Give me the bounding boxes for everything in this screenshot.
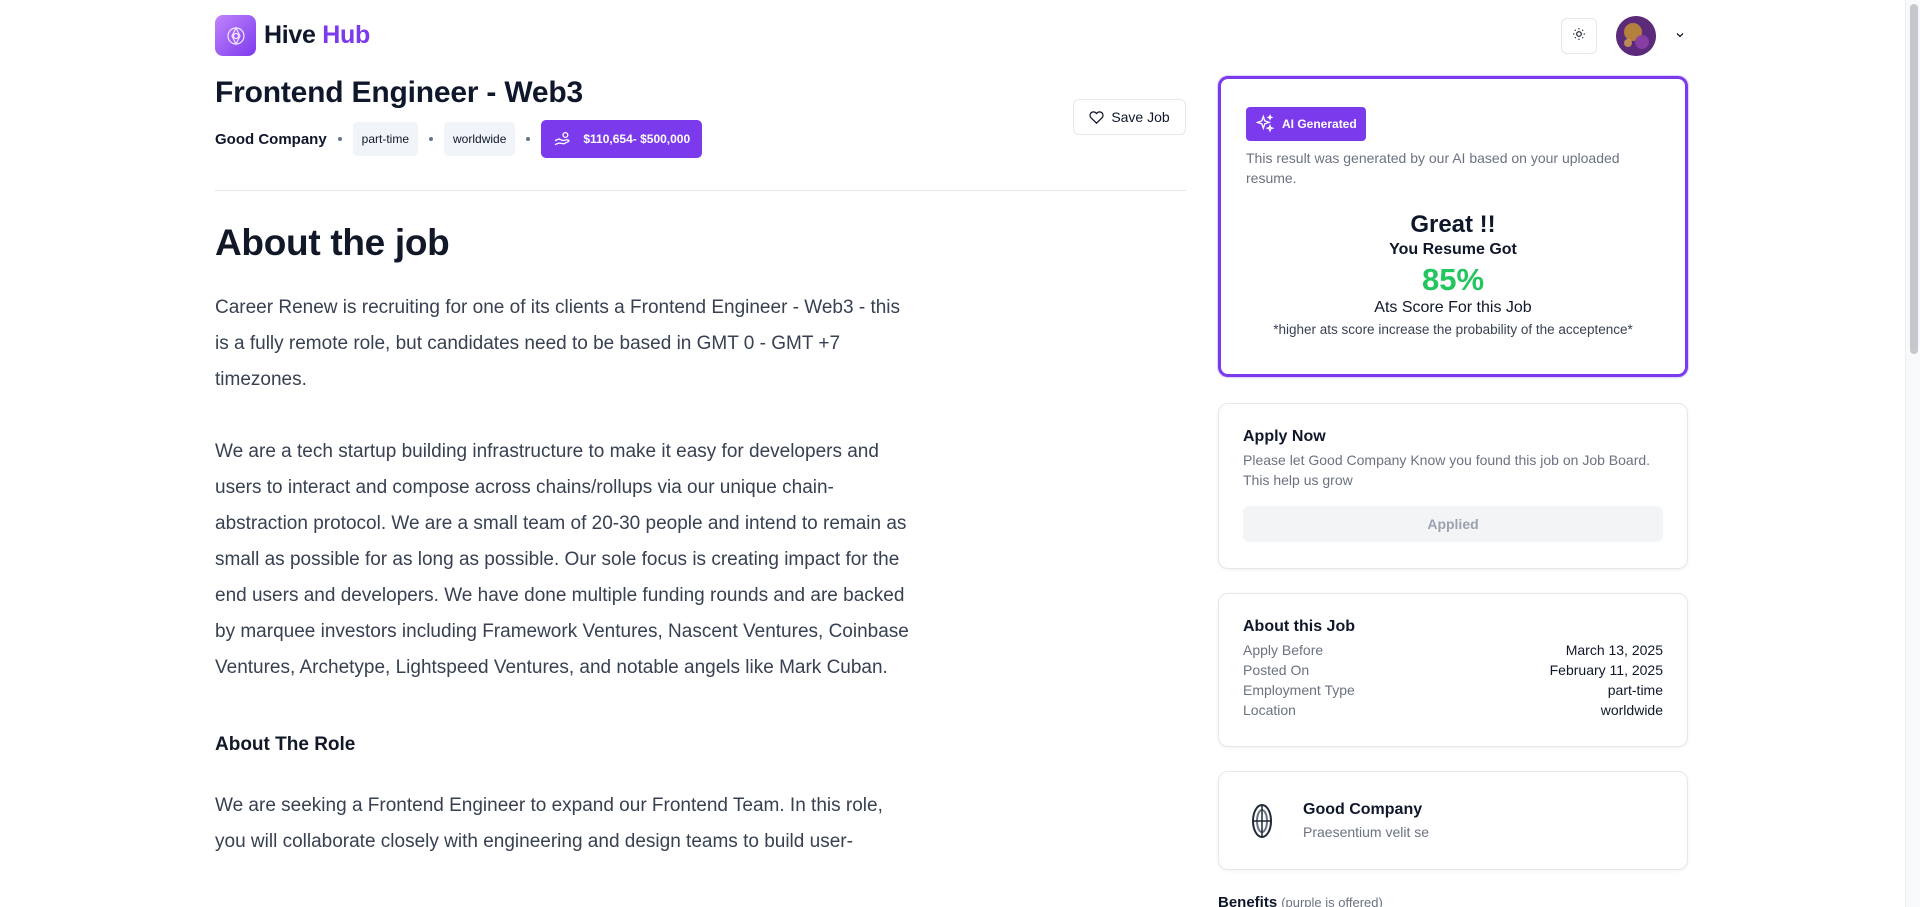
ai-generated-badge: AI Generated [1246,107,1366,141]
description-paragraph: Career Renew is recruiting for one of it… [215,297,901,390]
location-tag: worldwide [444,122,516,156]
brand-name: Hive Hub [264,21,370,49]
salary-range: $110,654- $500,000 [583,132,691,146]
ai-resume-card: AI Generated This result was generated b… [1218,76,1688,377]
detail-row: Location worldwide [1243,702,1663,718]
employment-type-tag: part-time [352,122,419,156]
company-card-subtitle: Praesentium velit se [1303,824,1430,840]
chevron-down-icon[interactable] [1671,26,1689,44]
ats-score-value: 85% [1421,262,1485,297]
salary-badge: $110,654- $500,000 [541,120,703,158]
apply-subtitle: Please let Good Company Know you found t… [1243,452,1651,488]
job-meta: Good Company part-time worldwide $110,65… [215,120,703,158]
job-title: Frontend Engineer - Web3 [215,76,584,109]
separator-dot [526,137,531,141]
save-job-button[interactable]: Save Job [1073,99,1186,135]
company-card[interactable]: Good Company Praesentium velit se [1218,771,1688,870]
detail-row: Employment Type part-time [1243,682,1663,698]
sparkles-icon [1255,114,1275,133]
sun-icon [1572,27,1586,46]
header-divider [215,190,1186,191]
logo-icon [215,15,256,56]
about-this-job-title: About this Job [1243,618,1355,635]
ai-note: This result was generated by our AI base… [1246,150,1620,186]
ai-badge-label: AI Generated [1282,117,1357,131]
company-logo-icon [1243,802,1281,840]
separator-dot [337,137,342,141]
benefits-note: (purple is offered) [1281,895,1383,907]
ats-hint: *higher ats score increase the probabili… [1273,322,1633,337]
money-hand-icon [555,131,570,146]
company-card-name: Good Company [1303,801,1423,818]
job-header: Frontend Engineer - Web3 Good Company pa… [215,76,1186,158]
save-job-label: Save Job [1111,109,1170,125]
scrollbar-thumb[interactable] [1910,4,1918,354]
ats-score-label: Ats Score For this Job [1374,299,1532,316]
top-header: Hive Hub [0,0,1905,72]
heart-icon [1089,110,1104,124]
about-role-heading: About The Role [215,734,356,755]
ats-result: Great !! You Resume Got 85% Ats Score Fo… [1246,211,1660,337]
apply-card: Apply Now Please let Good Company Know y… [1218,403,1688,569]
apply-title: Apply Now [1243,428,1326,445]
resume-got-label: You Resume Got [1389,241,1517,258]
user-avatar[interactable] [1616,16,1656,56]
theme-toggle-button[interactable] [1561,18,1597,54]
applied-button[interactable]: Applied [1243,506,1663,542]
company-name[interactable]: Good Company [215,131,327,148]
brand-logo[interactable]: Hive Hub [215,15,370,56]
benefits-heading: Benefits (purple is offered) [1218,894,1383,907]
detail-row: Posted On February 11, 2025 [1243,662,1663,678]
about-this-job-card: About this Job Apply Before March 13, 202… [1218,593,1688,747]
job-description: About the job Career Renew is recruiting… [215,222,915,860]
separator-dot [429,137,434,141]
detail-row: Apply Before March 13, 2025 [1243,642,1663,658]
description-paragraph: We are seeking a Frontend Engineer to ex… [215,795,883,852]
page-scrollbar[interactable] [1905,0,1920,907]
description-paragraph: We are a tech startup building infrastru… [215,441,909,678]
about-job-heading: About the job [215,222,450,263]
great-heading: Great !! [1410,211,1496,238]
